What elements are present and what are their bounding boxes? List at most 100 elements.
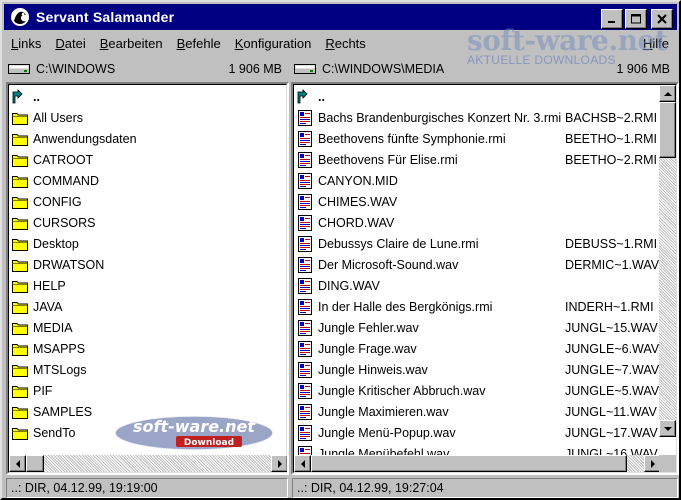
file-row[interactable]: Bachs Brandenburgisches Konzert Nr. 3.rm…	[294, 107, 657, 128]
menu-bearbeiten[interactable]: Bearbeiten	[93, 36, 170, 51]
folder-icon	[12, 217, 28, 230]
right-file-list[interactable]: .. Bachs Brandenburgisches Konzert Nr. 3…	[293, 84, 677, 473]
file-row[interactable]: Jungle Kritischer Abbruch.wav JUNGLE~5.WA…	[294, 380, 659, 401]
folder-row[interactable]: MSAPPS	[9, 338, 85, 359]
left-panel[interactable]: .. All Users Anwendungsdaten CATROOT COMMAN…	[6, 82, 289, 475]
file-row[interactable]: Jungle Maximieren.wav JUNGL~11.WAV	[294, 401, 657, 422]
media-file-icon	[298, 151, 312, 168]
folder-name: COMMAND	[33, 173, 99, 188]
file-name: Der Microsoft-Sound.wav	[318, 257, 459, 272]
file-name: CHIMES.WAV	[318, 194, 398, 209]
file-name: CANYON.MID	[318, 173, 398, 188]
right-vertical-thumb[interactable]	[659, 102, 676, 158]
arrow-down-icon	[663, 426, 672, 431]
menu-befehle[interactable]: Befehle	[170, 36, 228, 51]
file-row[interactable]: CHORD.WAV	[294, 212, 394, 233]
folder-row[interactable]: Desktop	[9, 233, 79, 254]
menu-rechts[interactable]: Rechts	[318, 36, 372, 51]
menu-datei[interactable]: Datei	[48, 36, 92, 51]
file-row[interactable]: Jungle Hinweis.wav JUNGLE~7.WAV	[294, 359, 659, 380]
close-button[interactable]	[651, 9, 673, 29]
folder-row[interactable]: CURSORS	[9, 212, 96, 233]
salamander-icon	[11, 8, 29, 26]
file-name: Jungle Fehler.wav	[318, 320, 419, 335]
up-dir-row[interactable]: ..	[9, 86, 40, 107]
media-file-icon	[298, 235, 312, 252]
right-scroll-up-button[interactable]	[659, 85, 676, 102]
arrow-up-icon	[663, 91, 672, 96]
file-row[interactable]: Jungle Menü-Popup.wav JUNGL~17.WAV	[294, 422, 658, 443]
folder-row[interactable]: HELP	[9, 275, 66, 296]
close-icon	[657, 14, 667, 24]
file-row[interactable]: In der Halle des Bergkönigs.rmi INDERH~1.…	[294, 296, 654, 317]
media-file-icon	[298, 277, 312, 294]
folder-row[interactable]: MTSLogs	[9, 359, 87, 380]
file-row[interactable]: Jungle Fehler.wav JUNGL~15.WAV	[294, 317, 658, 338]
file-row[interactable]: Der Microsoft-Sound.wav DERMIC~1.WAV	[294, 254, 659, 275]
arrow-right-icon	[277, 459, 282, 468]
minimize-button[interactable]	[601, 9, 623, 29]
file-row[interactable]: Beethovens Für Elise.rmi BEETHO~2.RMI	[294, 149, 657, 170]
media-file-icon	[298, 319, 312, 336]
folder-icon	[12, 133, 28, 146]
folder-icon	[12, 385, 28, 398]
folder-row[interactable]: All Users	[9, 107, 83, 128]
left-file-list[interactable]: .. All Users Anwendungsdaten CATROOT COMMAN…	[8, 84, 287, 473]
folder-icon	[12, 112, 28, 125]
file-row[interactable]: DING.WAV	[294, 275, 380, 296]
right-horizontal-thumb[interactable]	[311, 455, 627, 472]
main-window: Servant Salamander Links Datei Bearbeite…	[0, 0, 681, 500]
file-row[interactable]: Beethovens fünfte Symphonie.rmi BEETHO~1.…	[294, 128, 657, 149]
folder-row[interactable]: CATROOT	[9, 149, 93, 170]
file-row[interactable]: Debussys Claire de Lune.rmi DEBUSS~1.RMI	[294, 233, 657, 254]
right-path-bar[interactable]: C:\WINDOWS\MEDIA 1 906 MB	[292, 59, 676, 79]
file-row[interactable]: Jungle Frage.wav JUNGLE~6.WAV	[294, 338, 659, 359]
folder-row[interactable]: CONFIG	[9, 191, 82, 212]
folder-row[interactable]: SAMPLES	[9, 401, 92, 422]
file-dos-name: JUNGLE~5.WAV	[565, 383, 660, 398]
menu-bar: Links Datei Bearbeiten Befehle Konfigura…	[4, 32, 677, 54]
left-path: C:\WINDOWS	[36, 62, 116, 76]
folder-row[interactable]: JAVA	[9, 296, 62, 317]
right-vertical-scrollbar[interactable]	[659, 85, 676, 437]
right-panel[interactable]: .. Bachs Brandenburgisches Konzert Nr. 3…	[291, 82, 679, 475]
menu-rechts-accel: R	[325, 35, 335, 51]
left-scroll-right-button[interactable]	[271, 455, 287, 472]
arrow-left-icon	[15, 459, 20, 468]
maximize-button[interactable]	[625, 9, 647, 29]
file-dos-name: BEETHO~1.RMI	[565, 131, 658, 146]
menu-konfiguration[interactable]: Konfiguration	[228, 36, 319, 51]
file-row[interactable]: CANYON.MID	[294, 170, 398, 191]
file-row[interactable]: CHIMES.WAV	[294, 191, 397, 212]
title-bar[interactable]: Servant Salamander	[4, 4, 677, 30]
folder-row[interactable]: MEDIA	[9, 317, 73, 338]
menu-datei-accel: D	[55, 35, 65, 51]
file-dos-name: DERMIC~1.WAV	[565, 257, 660, 272]
left-horizontal-scrollbar[interactable]	[9, 455, 287, 472]
folder-row[interactable]: Anwendungsdaten	[9, 128, 137, 149]
folder-row[interactable]: PIF	[9, 380, 52, 401]
file-name: Beethovens Für Elise.rmi	[318, 152, 458, 167]
right-horizontal-scrollbar[interactable]	[294, 455, 661, 472]
left-scroll-left-button[interactable]	[9, 455, 26, 472]
folder-row[interactable]: SendTo	[9, 422, 75, 443]
menu-konfiguration-label: onfiguration	[243, 35, 312, 51]
menu-links[interactable]: Links	[4, 36, 48, 51]
folder-row[interactable]: COMMAND	[9, 170, 99, 191]
file-dos-name: JUNGL~17.WAV	[565, 425, 658, 440]
menu-hilfe-label: ilfe	[652, 36, 669, 51]
file-name: In der Halle des Bergkönigs.rmi	[318, 299, 493, 314]
right-scroll-left-button[interactable]	[294, 455, 311, 472]
file-name: Debussys Claire de Lune.rmi	[318, 236, 479, 251]
left-horizontal-thumb[interactable]	[26, 455, 44, 472]
file-name: Jungle Kritischer Abbruch.wav	[318, 383, 486, 398]
file-name: Jungle Menü-Popup.wav	[318, 425, 456, 440]
menu-hilfe[interactable]: Hilfe	[643, 36, 669, 51]
folder-name: HELP	[33, 278, 66, 293]
right-path: C:\WINDOWS\MEDIA	[322, 62, 445, 76]
right-scroll-down-button[interactable]	[659, 420, 676, 437]
menu-hilfe-accel: H	[642, 36, 653, 51]
up-dir-row[interactable]: ..	[294, 86, 325, 107]
left-path-bar[interactable]: C:\WINDOWS 1 906 MB	[6, 59, 288, 79]
folder-row[interactable]: DRWATSON	[9, 254, 104, 275]
